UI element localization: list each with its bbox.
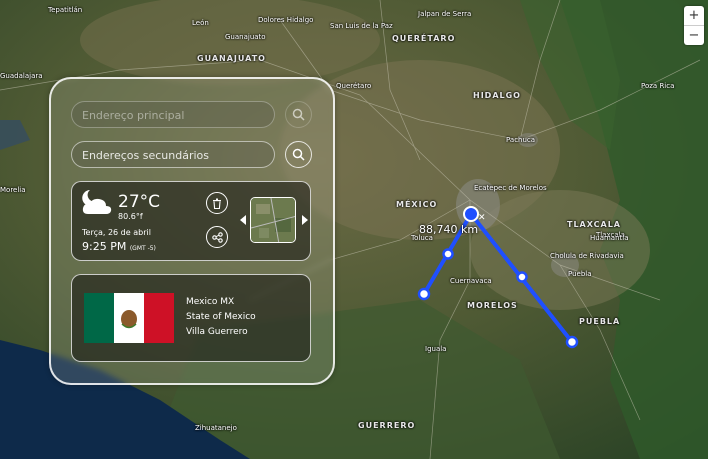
distance-label: 88,740 km xyxy=(419,223,479,236)
partly-cloudy-night-icon xyxy=(82,190,112,214)
search-icon xyxy=(292,108,305,121)
chevron-left-icon[interactable] xyxy=(240,215,247,225)
route-midpoint-marker xyxy=(516,271,528,283)
route-midpoint-marker xyxy=(442,248,454,260)
timezone-label: (GMT -5) xyxy=(129,245,156,252)
trash-icon xyxy=(213,198,221,209)
temperature-fahrenheit: 80.6°f xyxy=(118,212,143,221)
info-panel: Endereço principal Endereços secundários… xyxy=(49,77,335,385)
city-label-location: Villa Guerrero xyxy=(186,327,248,337)
zoom-controls: + − xyxy=(684,6,704,45)
state-label: State of Mexico xyxy=(186,312,256,322)
secondary-search-button[interactable] xyxy=(285,141,312,168)
time-value: 9:25 PM xyxy=(82,240,127,253)
map-thumbnail[interactable] xyxy=(250,197,296,243)
route-endpoint-marker xyxy=(565,335,579,349)
search-icon xyxy=(292,148,305,161)
mexico-flag xyxy=(84,293,174,343)
primary-address-input[interactable]: Endereço principal xyxy=(71,101,275,128)
satellite-thumbnail-image xyxy=(251,198,295,242)
temperature-celsius: 27°C xyxy=(118,192,161,212)
primary-search-button[interactable] xyxy=(285,101,312,128)
route-origin-marker xyxy=(463,206,479,222)
chevron-right-icon[interactable] xyxy=(301,215,308,225)
svg-text:✕: ✕ xyxy=(478,213,486,223)
secondary-address-input[interactable]: Endereços secundários xyxy=(71,141,275,168)
zoom-in-button[interactable]: + xyxy=(684,6,704,25)
weather-date: Terça, 26 de abril xyxy=(82,228,151,237)
weather-time: 9:25 PM (GMT -5) xyxy=(82,240,156,253)
delete-button[interactable] xyxy=(206,192,228,214)
share-button[interactable] xyxy=(206,226,228,248)
zoom-out-button[interactable]: − xyxy=(684,25,704,45)
route-endpoint-marker xyxy=(417,287,431,301)
share-icon xyxy=(211,231,223,243)
location-card: Mexico MX State of Mexico Villa Guerrero xyxy=(71,274,311,362)
weather-card: 27°C 80.6°f Terça, 26 de abril 9:25 PM (… xyxy=(71,181,311,261)
country-label: Mexico MX xyxy=(186,297,235,307)
